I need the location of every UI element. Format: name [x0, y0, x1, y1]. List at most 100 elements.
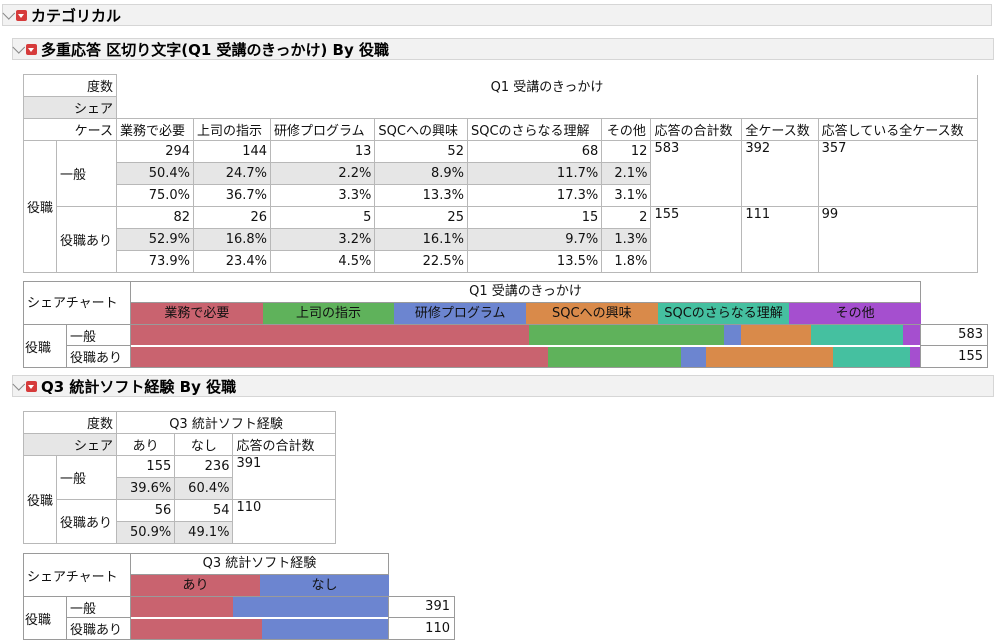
share-segment: [131, 619, 262, 639]
stat-label-count: 度数: [22, 411, 118, 434]
report-title: カテゴリカル: [31, 6, 122, 25]
section2-crosstab: 度数 Q3 統計ソフト経験 シェア あり なし 応答の合計数 役職 一般 155…: [22, 411, 336, 544]
share-cell: 16.8%: [193, 228, 272, 251]
row-total: 391: [388, 596, 455, 618]
share-chart-group-label: Q3 統計ソフト経験: [130, 553, 389, 575]
report-header: カテゴリカル: [2, 4, 992, 26]
total-responses-cell: 110: [232, 499, 336, 544]
row-label: 役職あり: [70, 351, 123, 366]
legend-item: その他: [789, 303, 921, 325]
row-variable-label: 役職: [25, 613, 52, 628]
total-responses-cell: 391: [232, 455, 336, 500]
row-label: 一般: [56, 455, 118, 500]
share-segment: [903, 325, 920, 345]
row-label: 役職あり: [70, 623, 123, 638]
stat-label-share: シェア: [22, 96, 118, 119]
share-cell: 39.6%: [116, 477, 176, 500]
count-cell: 5: [270, 206, 376, 229]
count-cell: 12: [601, 140, 652, 163]
collapse-triangle-icon[interactable]: [12, 40, 26, 54]
share-chart-group-label: Q1 受講のきっかけ: [130, 281, 921, 303]
share-cell: 16.1%: [374, 228, 468, 251]
row-label: 一般: [70, 330, 97, 345]
share-chart-label: シェアチャート: [27, 570, 118, 585]
cases-cell: 22.5%: [374, 250, 468, 273]
legend-item: あり: [131, 575, 260, 597]
cases-cell: 73.9%: [116, 250, 195, 273]
count-cell: 54: [174, 499, 234, 522]
count-cell: 25: [374, 206, 468, 229]
legend-item: SQCのさらなる理解: [657, 303, 790, 325]
total-cases-cell: 111: [741, 206, 819, 273]
red-triangle-menu-icon[interactable]: [26, 43, 37, 55]
share-segment: [723, 325, 741, 345]
cases-cell: 3.1%: [601, 184, 652, 207]
share-cell: 1.3%: [601, 228, 652, 251]
row-total: 155: [920, 345, 988, 368]
section1-crosstab: 度数 Q1 受講のきっかけ シェア ケース 業務で必要 上司の指示 研修プログラ…: [22, 74, 979, 273]
section1-title: 多重応答 区切り文字(Q1 受講のきっかけ) By 役職: [41, 40, 389, 59]
legend-item: SQCへの興味: [526, 303, 658, 325]
count-cell: 52: [374, 140, 468, 163]
share-chart-label: シェアチャート: [27, 296, 118, 311]
total-cases-cell: 392: [741, 140, 819, 207]
share-cell: 9.7%: [466, 228, 603, 251]
share-segment: [131, 347, 549, 367]
cases-cell: 13.3%: [374, 184, 468, 207]
share-segment: [680, 347, 707, 367]
count-cell: 294: [116, 140, 195, 163]
column-header: 研修プログラム: [270, 118, 376, 141]
row-label: 役職あり: [56, 206, 118, 273]
row-variable-label: 役職: [25, 341, 52, 356]
collapse-triangle-icon[interactable]: [2, 6, 16, 20]
share-cell: 11.7%: [466, 162, 603, 185]
legend-item: なし: [260, 575, 389, 597]
share-cell: 2.2%: [270, 162, 376, 185]
cases-cell: 4.5%: [270, 250, 376, 273]
share-chart-legend: 業務で必要 上司の指示 研修プログラム SQCへの興味 SQCのさらなる理解 その他: [131, 303, 921, 325]
red-triangle-menu-icon[interactable]: [16, 9, 27, 21]
share-cell: 50.4%: [116, 162, 195, 185]
share-segment: [909, 347, 920, 367]
legend-item: 研修プログラム: [394, 303, 526, 325]
cases-cell: 1.8%: [601, 250, 652, 273]
share-bar: [131, 347, 920, 367]
column-header: 上司の指示: [193, 118, 272, 141]
share-segment: [528, 325, 724, 345]
share-segment: [261, 619, 388, 639]
column-header: なし: [174, 433, 234, 456]
share-segment: [131, 597, 233, 617]
collapse-triangle-icon[interactable]: [12, 377, 26, 391]
share-cell: 52.9%: [116, 228, 195, 251]
share-segment: [833, 347, 910, 367]
row-label: 一般: [70, 602, 97, 617]
share-cell: 24.7%: [193, 162, 272, 185]
share-chart-legend: あり なし: [131, 575, 389, 597]
share-cell: 60.4%: [174, 477, 234, 500]
count-cell: 26: [193, 206, 272, 229]
total-responses-cell: 583: [650, 140, 743, 207]
row-total: 583: [920, 324, 988, 346]
count-cell: 56: [116, 499, 176, 522]
share-cell: 2.1%: [601, 162, 652, 185]
share-segment: [548, 347, 681, 367]
cases-cell: 75.0%: [116, 184, 195, 207]
row-label: 一般: [56, 140, 118, 207]
legend-item: 業務で必要: [131, 303, 263, 325]
cases-cell: 36.7%: [193, 184, 272, 207]
count-cell: 13: [270, 140, 376, 163]
row-label: 役職あり: [56, 499, 118, 544]
column-header: 応答の合計数: [232, 433, 336, 456]
share-cell: 3.2%: [270, 228, 376, 251]
column-header: SQCへの興味: [374, 118, 468, 141]
share-segment: [131, 325, 529, 345]
share-cell: 49.1%: [174, 521, 234, 544]
section2-header: Q3 統計ソフト経験 By 役職: [12, 375, 994, 397]
count-cell: 2: [601, 206, 652, 229]
share-segment: [740, 325, 812, 345]
column-header: 業務で必要: [116, 118, 195, 141]
red-triangle-menu-icon[interactable]: [26, 380, 37, 392]
share-segment: [811, 325, 904, 345]
column-group-label: Q1 受講のきっかけ: [116, 74, 978, 97]
share-bar: [131, 619, 388, 639]
